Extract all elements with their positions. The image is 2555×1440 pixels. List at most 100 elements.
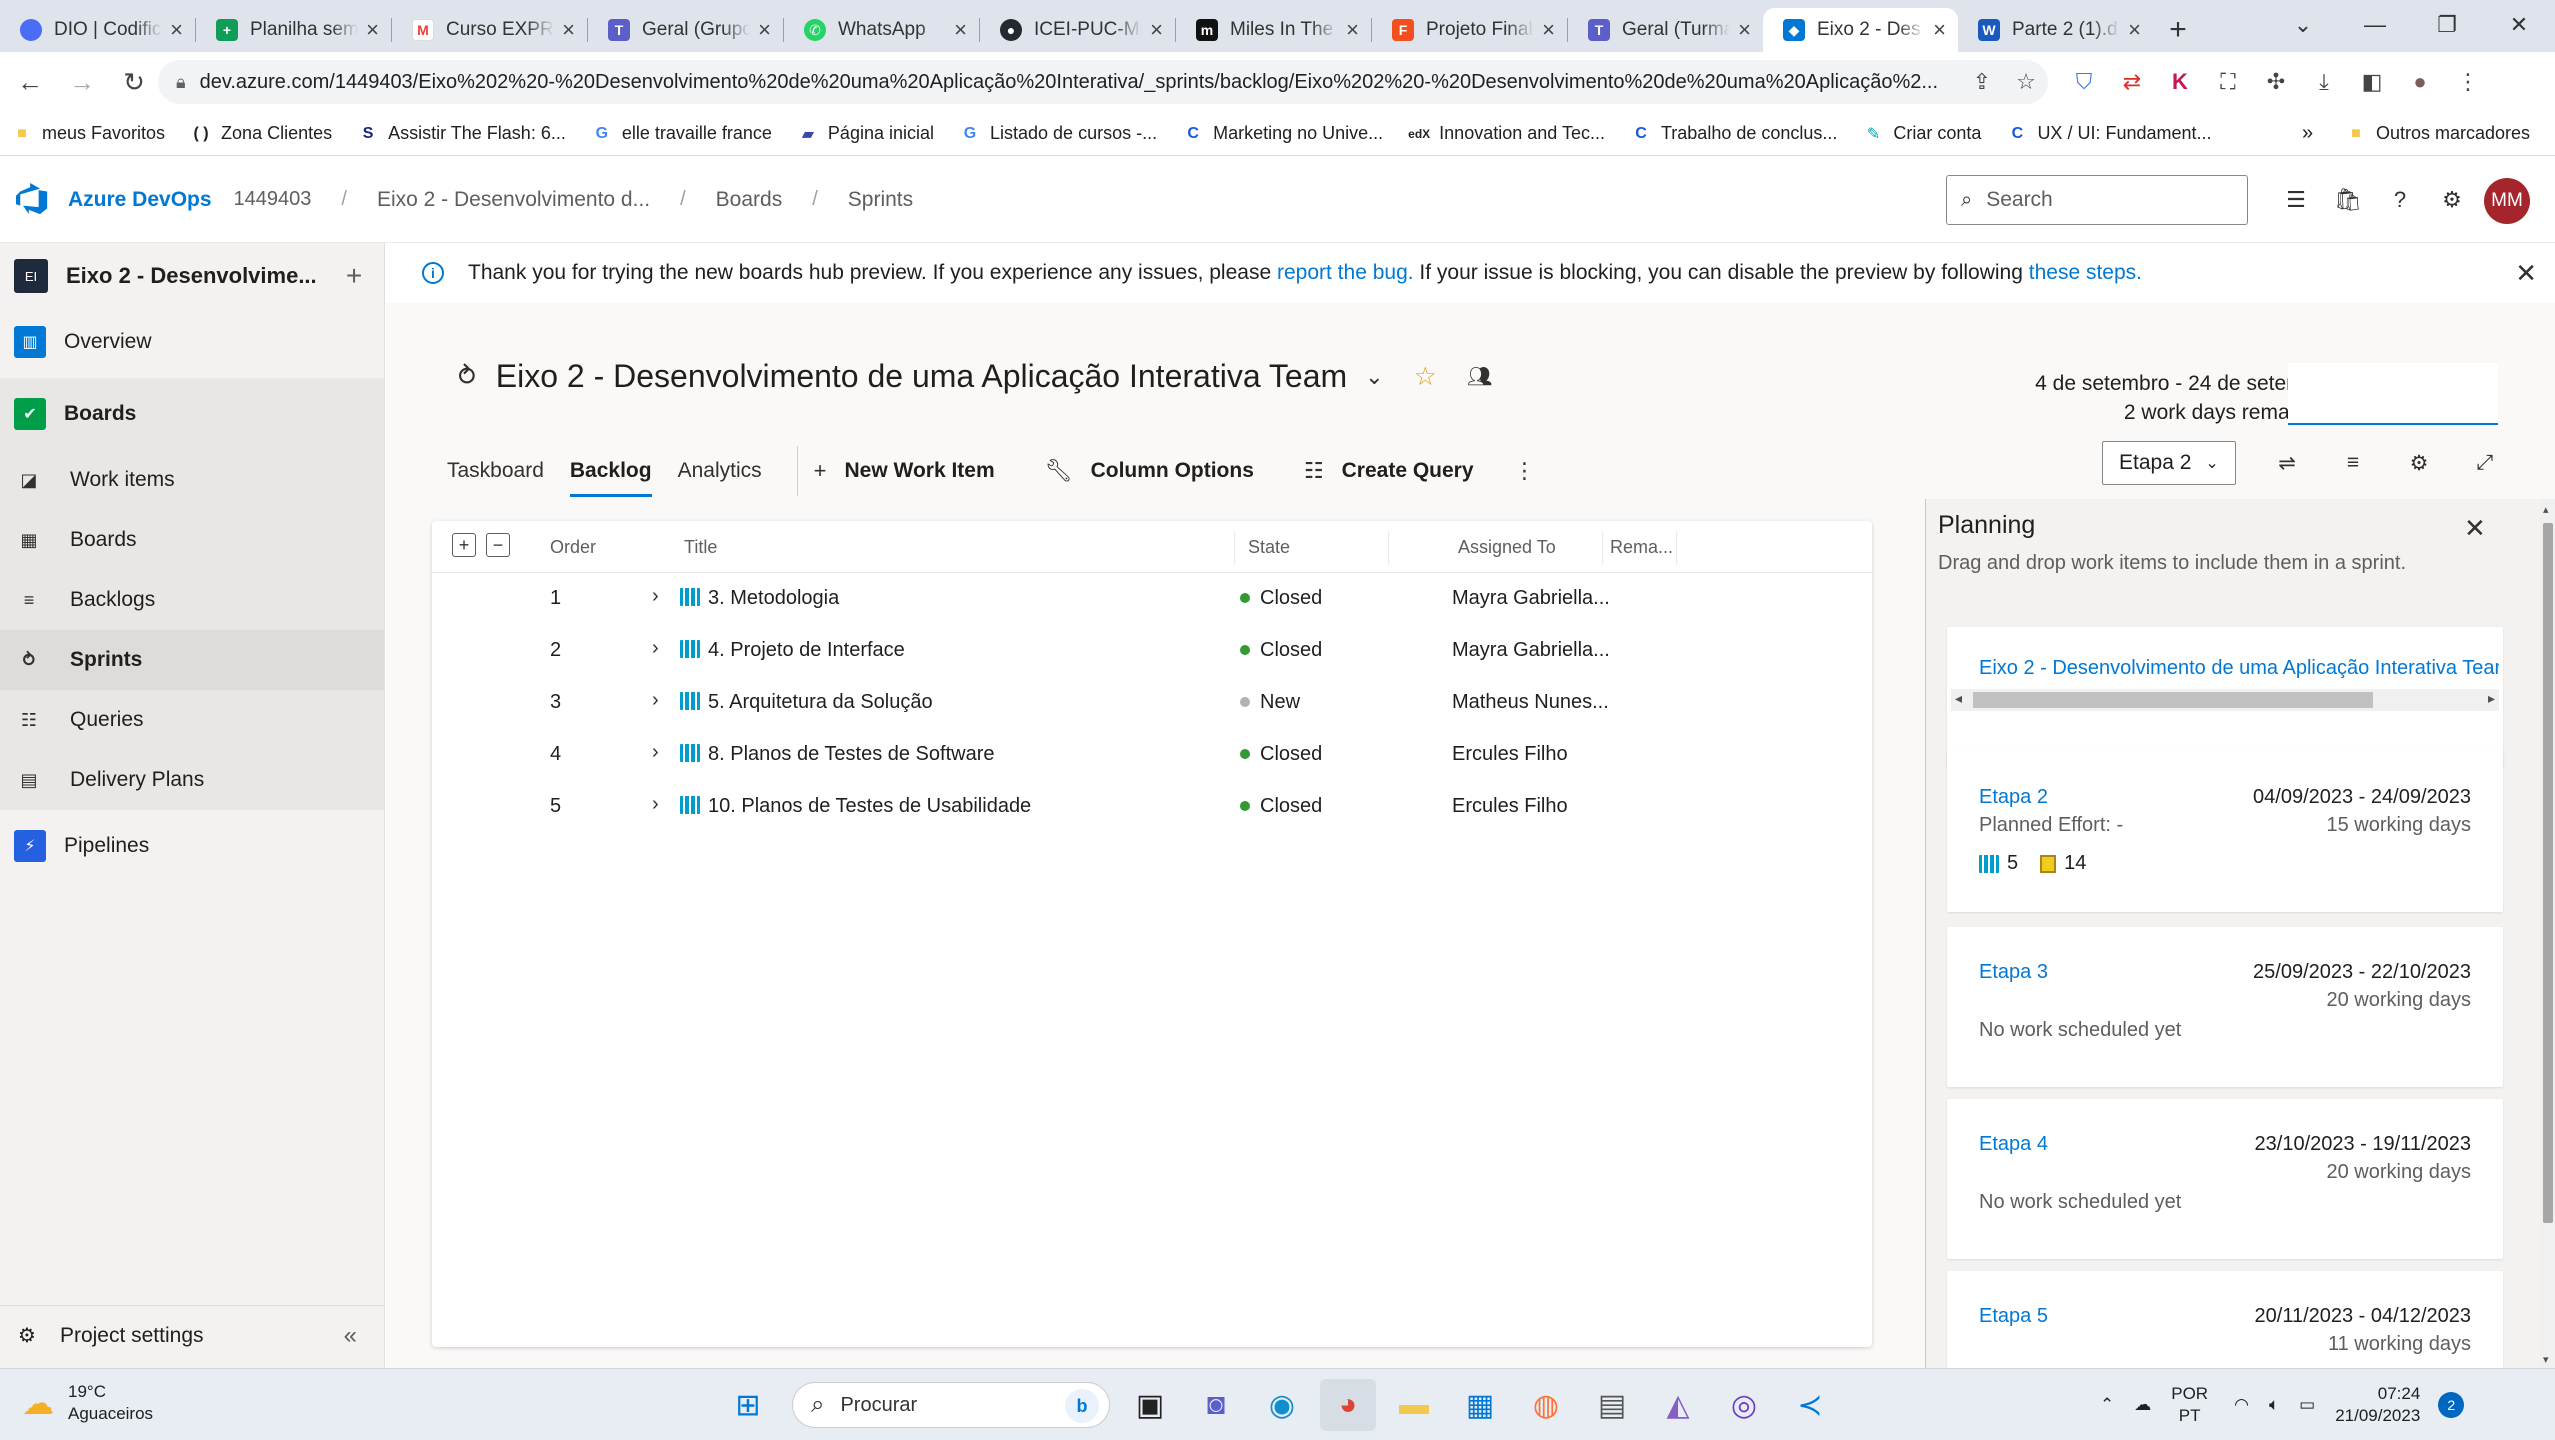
tab-backlog[interactable]: Backlog [569, 441, 652, 501]
start-windows-icon[interactable]: ⊞ [720, 1379, 776, 1431]
bookmark-item[interactable]: ■ meus Favoritos [12, 123, 165, 144]
close-icon[interactable]: × [2128, 17, 2141, 43]
bookmarks-overflow-button[interactable]: » [2302, 122, 2313, 145]
reload-icon[interactable]: ↻ [108, 56, 160, 108]
expand-all-icon[interactable]: + [452, 533, 476, 557]
taskbar-search-input[interactable]: ⌕ Procurar b [792, 1382, 1110, 1428]
tab-search-icon[interactable]: ⌄ [2267, 0, 2339, 50]
column-header-remaining[interactable]: Rema... [1610, 537, 1673, 558]
column-header-assigned-to[interactable]: Assigned To [1458, 537, 1556, 558]
profile-icon[interactable]: ● [2396, 62, 2444, 102]
task-list-icon[interactable]: ☰ [2270, 175, 2322, 225]
table-row[interactable]: 5 › 10. Planos de Testes de Usabilidade … [432, 781, 1872, 833]
collapse-nav-icon[interactable]: « [344, 1322, 357, 1350]
wifi-icon[interactable]: ◠ [2234, 1395, 2249, 1415]
table-row[interactable]: 4 › 8. Planos de Testes de Software Clos… [432, 729, 1872, 781]
chevron-down-icon[interactable]: ⌄ [1365, 364, 1383, 390]
chevron-right-icon[interactable]: › [652, 585, 659, 608]
browser-tab[interactable]: ● ICEI-PUC-Mi × [980, 8, 1175, 52]
close-icon[interactable]: × [1346, 17, 1359, 43]
create-query-button[interactable]: ☷ Create Query [1304, 458, 1474, 484]
new-work-item-button[interactable]: + New Work Item [814, 458, 995, 484]
sidebar-item-boards-hub[interactable]: ✔ Boards [0, 378, 384, 450]
onedrive-icon[interactable]: ☁ [2134, 1395, 2151, 1415]
settings-icon[interactable]: ⚙ [2386, 441, 2452, 485]
url-input[interactable]: 🔒︎ dev.azure.com/1449403/Eixo%202%20-%20… [158, 60, 2048, 104]
scroll-up-icon[interactable]: ▴ [2543, 503, 2549, 516]
tab-analytics[interactable]: Analytics [678, 441, 762, 501]
close-icon[interactable]: ✕ [2515, 258, 2537, 289]
bookmark-item[interactable]: ▰ Página inicial [798, 123, 934, 144]
add-icon[interactable]: + [324, 260, 384, 292]
browser-tab[interactable]: T Geral (Turma × [1568, 8, 1763, 52]
close-icon[interactable]: × [1933, 17, 1946, 43]
browser-menu-icon[interactable]: ⋮ [2444, 62, 2492, 102]
browser-tab[interactable]: + Planilha sem × [196, 8, 391, 52]
restore-icon[interactable]: ❐ [2411, 0, 2483, 50]
forward-icon[interactable]: → [56, 56, 108, 108]
table-row[interactable]: 1 › 3. Metodologia Closed Mayra Gabriell… [432, 573, 1872, 625]
weather-widget[interactable]: ☁ 19°C Aguaceiros [22, 1381, 153, 1425]
scroll-left-icon[interactable]: ◂ [1955, 690, 1962, 707]
iteration-card[interactable]: Etapa 4 23/10/2023 - 19/11/2023 20 worki… [1947, 1099, 2503, 1259]
close-window-icon[interactable]: ✕ [2483, 0, 2555, 50]
close-icon[interactable]: × [954, 17, 967, 43]
azure-devops-logo-icon[interactable] [16, 182, 50, 217]
bookmark-item[interactable]: edX Innovation and Tec... [1408, 123, 1605, 144]
team-backlog-link[interactable]: Eixo 2 - Desenvolvimento de uma Aplicaçã… [1979, 657, 2499, 680]
brand-link[interactable]: Azure DevOps [68, 188, 212, 212]
scrollbar-thumb[interactable] [2543, 523, 2553, 1223]
sidebar-item-boards[interactable]: ▦ Boards [0, 510, 384, 570]
report-bug-link[interactable]: report the bug. [1277, 261, 1414, 284]
column-divider[interactable] [1602, 531, 1603, 565]
more-options-icon[interactable]: ⋮ [1514, 458, 1536, 484]
sidebar-item-sprints[interactable]: ⥁ Sprints [0, 630, 384, 690]
side-panel-icon[interactable]: ◧ [2348, 62, 2396, 102]
iteration-picker[interactable]: Etapa 2 ⌄ [2102, 441, 2236, 485]
iteration-name-link[interactable]: Etapa 4 [1979, 1133, 2048, 1156]
chevron-right-icon[interactable]: › [652, 793, 659, 816]
row-title[interactable]: 5. Arquitetura da Solução [680, 691, 933, 714]
iteration-card[interactable]: Etapa 5 20/11/2023 - 04/12/2023 11 worki… [1947, 1271, 2503, 1368]
vertical-scrollbar[interactable]: ▴ ▾ [2540, 499, 2555, 1368]
team-members-icon[interactable]: 👥︎ [1467, 364, 1492, 389]
column-divider[interactable] [1234, 531, 1235, 565]
close-icon[interactable]: × [758, 17, 771, 43]
extension-translate-icon[interactable]: ⇄ [2108, 62, 2156, 102]
column-header-state[interactable]: State [1248, 537, 1290, 558]
new-tab-button[interactable]: + [2153, 8, 2203, 52]
scroll-right-icon[interactable]: ▸ [2488, 690, 2495, 707]
back-icon[interactable]: ← [4, 56, 56, 108]
bookmark-item[interactable]: C Marketing no Unive... [1183, 123, 1383, 144]
chevron-right-icon[interactable]: › [652, 637, 659, 660]
sidebar-item-work-items[interactable]: ◪ Work items [0, 450, 384, 510]
breadcrumb-boards[interactable]: Boards [716, 188, 783, 212]
browser-tab[interactable]: ✆ WhatsApp × [784, 8, 979, 52]
extension-k-icon[interactable]: K [2156, 62, 2204, 102]
iteration-name-link[interactable]: Etapa 2 [1979, 786, 2048, 809]
row-title[interactable]: 4. Projeto de Interface [680, 639, 905, 662]
project-settings-link[interactable]: ⚙ Project settings « [0, 1305, 385, 1365]
help-icon[interactable]: ? [2374, 175, 2426, 225]
minimize-icon[interactable]: — [2339, 0, 2411, 50]
browser-tab[interactable]: W Parte 2 (1).d × [1958, 8, 2153, 52]
extension-shield-icon[interactable]: ⛉ [2060, 62, 2108, 102]
firefox-icon[interactable]: ◍ [1518, 1379, 1574, 1431]
bookmark-item[interactable]: Gelle travaille france [592, 123, 772, 144]
iteration-name-link[interactable]: Etapa 5 [1979, 1305, 2048, 1328]
breadcrumb-sprints[interactable]: Sprints [848, 188, 913, 212]
view-options-icon[interactable]: ⇌ [2254, 441, 2320, 485]
language-indicator[interactable]: POR PT [2171, 1383, 2208, 1427]
clock[interactable]: 07:24 21/09/2023 [2335, 1383, 2420, 1427]
column-header-order[interactable]: Order [550, 537, 596, 558]
chrome-icon[interactable]: ◕ [1320, 1379, 1376, 1431]
calculator-icon[interactable]: ▤ [1584, 1379, 1640, 1431]
volume-icon[interactable]: 🔈︎ [2269, 1395, 2279, 1415]
browser-tab-active[interactable]: ◆ Eixo 2 - Des × [1763, 8, 1958, 52]
sidebar-item-backlogs[interactable]: ≡ Backlogs [0, 570, 384, 630]
column-header-title[interactable]: Title [684, 537, 717, 558]
row-title[interactable]: 10. Planos de Testes de Usabilidade [680, 795, 1031, 818]
iteration-card[interactable]: Etapa 3 25/09/2023 - 22/10/2023 20 worki… [1947, 927, 2503, 1087]
lock-icon[interactable]: 🔒︎ [176, 72, 186, 93]
table-row[interactable]: 2 › 4. Projeto de Interface Closed Mayra… [432, 625, 1872, 677]
